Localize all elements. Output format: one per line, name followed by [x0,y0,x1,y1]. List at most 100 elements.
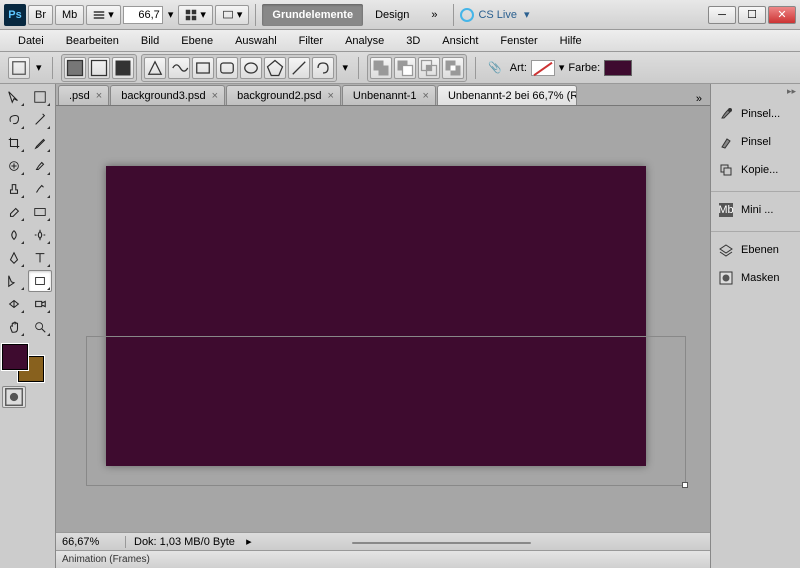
animation-panel-tab[interactable]: Animation (Frames) [56,550,710,568]
svg-text:Mb: Mb [718,204,733,216]
doc-tab[interactable]: Unbenannt-1× [342,85,436,105]
view-extras-button[interactable]: ▾ [86,5,121,25]
status-zoom[interactable]: 66,67% [56,536,126,548]
menu-auswahl[interactable]: Auswahl [225,33,287,49]
menu-hilfe[interactable]: Hilfe [550,33,592,49]
heal-tool[interactable] [2,155,26,177]
brush-preset-icon [717,105,735,123]
rect-tool-tool[interactable] [28,270,52,292]
panel-brush-preset[interactable]: Pinsel... [711,100,800,128]
art-dropdown[interactable]: ▾ [559,61,565,74]
shape-polygon[interactable] [264,57,286,79]
menu-3d[interactable]: 3D [396,33,430,49]
minibridge-button[interactable]: Mb [55,5,84,25]
close-icon[interactable]: × [423,90,429,102]
close-icon[interactable]: × [327,90,333,102]
color-swatches[interactable] [2,344,44,382]
workspace-grundelemente[interactable]: Grundelemente [262,4,363,26]
close-icon[interactable]: × [96,90,102,102]
workspace-design[interactable]: Design [365,4,419,26]
shape-mode-layer[interactable] [64,57,86,79]
brush-tool[interactable] [28,155,52,177]
panel-clone[interactable]: Kopie... [711,156,800,184]
panel-mask[interactable]: Masken [711,264,800,292]
path-sel-tool[interactable] [2,270,26,292]
eyedrop-tool[interactable] [28,132,52,154]
wand-tool[interactable] [28,109,52,131]
panel-mb[interactable]: MbMini ... [711,196,800,224]
art-style-picker[interactable] [531,60,555,76]
status-doc-info[interactable]: Dok: 1,03 MB/0 Byte [126,536,243,548]
zoom-input[interactable] [123,6,163,24]
gradient-tool[interactable] [28,201,52,223]
menu-bearbeiten[interactable]: Bearbeiten [56,33,129,49]
minimize-button[interactable]: ─ [708,6,736,24]
path-exclude[interactable] [442,57,464,79]
doc-tab[interactable]: .psd× [58,85,109,105]
close-button[interactable]: ✕ [768,6,796,24]
shape-freeform[interactable] [168,57,190,79]
panel-layers[interactable]: Ebenen [711,236,800,264]
quick-mask-button[interactable] [2,386,26,408]
menu-bild[interactable]: Bild [131,33,169,49]
shape-ellipse[interactable] [240,57,262,79]
path-intersect[interactable] [418,57,440,79]
pen-tool[interactable] [2,247,26,269]
tab-label: background2.psd [237,90,321,102]
path-subtract[interactable] [394,57,416,79]
color-picker[interactable] [604,60,632,76]
panel-brush[interactable]: Pinsel [711,128,800,156]
history-tool[interactable] [28,178,52,200]
path-add[interactable] [370,57,392,79]
screen-mode-button[interactable]: ▾ [215,5,250,25]
type-tool[interactable] [28,247,52,269]
3d-tool[interactable] [2,293,26,315]
menu-ansicht[interactable]: Ansicht [432,33,488,49]
doc-tab[interactable]: Unbenannt-2 bei 66,7% (RGB/8) *× [437,85,577,105]
close-icon[interactable]: × [212,90,218,102]
eraser-tool[interactable] [2,201,26,223]
arrange-docs-button[interactable]: ▾ [178,5,213,25]
link-icon[interactable]: 📎 [484,61,506,74]
shape-mode-fill[interactable] [112,57,134,79]
hand-tool[interactable] [2,316,26,338]
maximize-button[interactable]: ☐ [738,6,766,24]
shape-pen[interactable] [144,57,166,79]
tool-preset-dropdown[interactable]: ▾ [34,61,44,74]
menu-datei[interactable]: Datei [8,33,54,49]
doc-tab[interactable]: background2.psd × [226,85,341,105]
crop-tool[interactable] [2,132,26,154]
cs-live-button[interactable]: CS Live▾ [460,8,529,22]
bridge-button[interactable]: Br [28,5,53,25]
transform-box[interactable] [86,336,686,486]
shape-line[interactable] [288,57,310,79]
shape-rect[interactable] [192,57,214,79]
menu-ebene[interactable]: Ebene [171,33,223,49]
zoom-dropdown[interactable]: ▾ [165,8,177,21]
workspace-more[interactable]: » [421,4,447,26]
move-tool[interactable] [2,86,26,108]
canvas-viewport[interactable] [56,106,710,532]
shape-options-dropdown[interactable]: ▾ [341,61,351,74]
zoom-tool[interactable] [28,316,52,338]
panels-collapse[interactable]: ▸▸ [711,86,800,100]
tabs-overflow[interactable]: » [688,93,710,105]
shape-mode-path[interactable] [88,57,110,79]
3d-cam-tool[interactable] [28,293,52,315]
foreground-color[interactable] [2,344,28,370]
status-menu[interactable]: ▸ [243,535,255,548]
dodge-tool[interactable] [28,224,52,246]
blur-tool[interactable] [2,224,26,246]
hscroll-thumb[interactable] [352,542,531,544]
menu-filter[interactable]: Filter [289,33,333,49]
marquee-tool[interactable] [28,86,52,108]
stamp-tool[interactable] [2,178,26,200]
lasso-tool[interactable] [2,109,26,131]
shape-custom[interactable] [312,57,334,79]
tool-preset-picker[interactable] [8,57,30,79]
shape-roundrect[interactable] [216,57,238,79]
transform-handle-br[interactable] [682,482,688,488]
menu-fenster[interactable]: Fenster [490,33,547,49]
doc-tab[interactable]: background3.psd× [110,85,225,105]
menu-analyse[interactable]: Analyse [335,33,394,49]
